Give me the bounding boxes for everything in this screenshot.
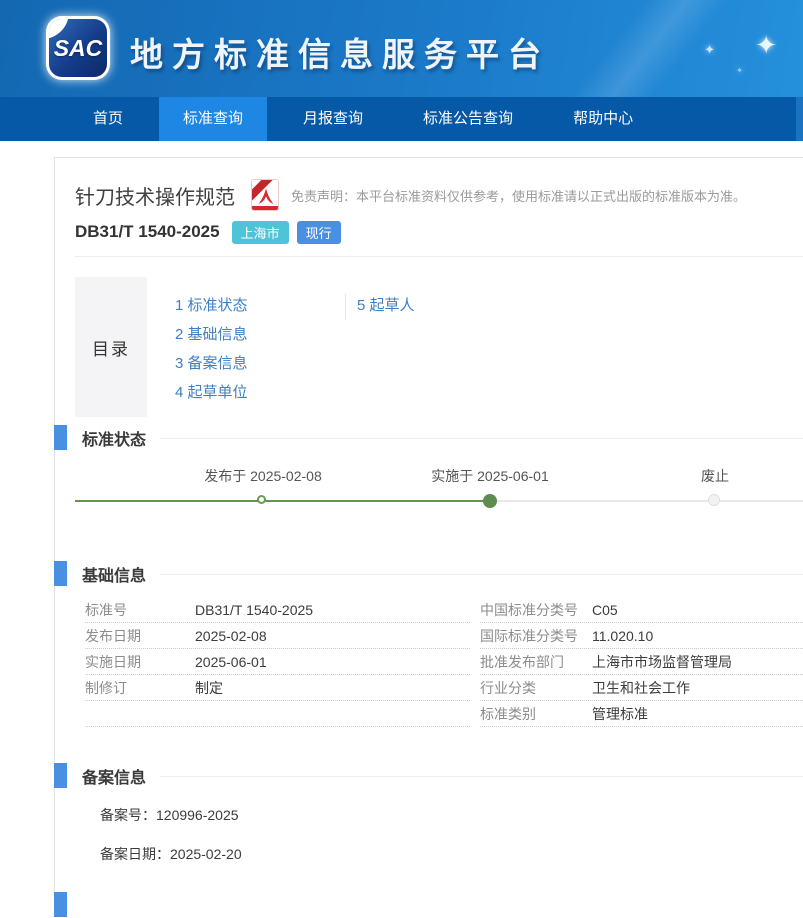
divider [75,256,803,257]
site-title: 地方标准信息服务平台 [130,28,550,76]
field-value: 11.020.10 [592,628,653,644]
sac-logo[interactable]: SAC [46,16,110,80]
timeline-node-abolished [708,494,720,506]
region-badge: 上海市 [232,221,289,244]
sparkle-icon: ✦ [736,66,743,75]
timeline-label-implemented: 实施于 2025-06-01 [390,466,590,486]
sparkle-icon: ✦ [704,42,715,58]
table-row: 国际标准分类号 11.020.10 [480,623,803,649]
filing-number-row: 备案号：120996-2025 [100,805,803,827]
field-value: DB31/T 1540-2025 [195,602,313,618]
field-value: 2025-02-08 [195,628,267,644]
nav-item-help-center[interactable]: 帮助中心 [549,97,657,141]
section-rule [160,776,803,777]
status-badge: 现行 [297,221,341,244]
status-section-title: 标准状态 [82,426,146,450]
table-row: 批准发布部门 上海市市场监督管理局 [480,649,803,675]
field-label: 标准类别 [480,704,592,724]
pdf-file-icon[interactable] [251,179,279,211]
section-marker [54,425,67,450]
section-rule [160,574,803,575]
table-row: 行业分类 卫生和社会工作 [480,675,803,701]
field-label: 国际标准分类号 [480,626,592,646]
toc-link-drafters[interactable]: 5 起草人 [357,291,415,320]
main-nav: 首页 标准查询 月报查询 标准公告查询 帮助中心 [0,97,803,141]
field-label: 备案日期： [100,846,170,862]
basic-info-section-title: 基础信息 [82,562,146,586]
timeline-node-implemented [483,494,497,508]
section-marker [54,763,67,788]
field-value: 2025-06-01 [195,654,267,670]
table-row [85,701,470,727]
field-value: 制定 [195,678,223,698]
field-value: 卫生和社会工作 [592,678,690,698]
nav-item-announcement-search[interactable]: 标准公告查询 [399,97,537,141]
field-value: 管理标准 [592,704,648,724]
field-label: 制修订 [85,678,195,698]
basic-info-section: 基础信息 标准号 DB31/T 1540-2025 发布日期 2025-02-0… [75,561,803,727]
toc-link-basic-info[interactable]: 2 基础信息 [175,320,345,349]
toc-title: 目录 [75,277,147,417]
nav-item-standard-search[interactable]: 标准查询 [159,97,267,141]
filing-info-section-title: 备案信息 [82,764,146,788]
toc-link-standard-status[interactable]: 1 标准状态 [175,291,345,320]
field-label: 发布日期 [85,626,195,646]
section-rule [160,438,803,439]
standard-status-section: 标准状态 发布于 2025-02-08 实施于 2025-06-01 废止 [75,425,803,561]
section-marker [54,892,67,917]
field-value: C05 [592,602,618,618]
table-row: 中国标准分类号 C05 [480,597,803,623]
status-timeline: 发布于 2025-02-08 实施于 2025-06-01 废止 [75,451,803,561]
timeline-label-abolished: 废止 [615,466,803,486]
toc-link-filing-info[interactable]: 3 备案信息 [175,349,345,378]
table-row: 标准号 DB31/T 1540-2025 [85,597,470,623]
field-value: 2025-02-20 [170,846,242,862]
toc-panel: 目录 1 标准状态 2 基础信息 3 备案信息 4 起草单位 5 起草人 [75,277,803,417]
filing-info-section: 备案信息 备案号：120996-2025 备案日期：2025-02-20 [75,763,803,866]
sac-logo-icon: SAC [49,19,107,77]
standard-number: DB31/T 1540-2025 [75,222,220,242]
nav-edge-strip [796,97,803,141]
field-label: 行业分类 [480,678,592,698]
site-header: ✦ ✦ ✦ SAC 地方标准信息服务平台 [0,0,803,97]
field-label: 实施日期 [85,652,195,672]
field-label: 中国标准分类号 [480,600,592,620]
field-label: 批准发布部门 [480,652,592,672]
timeline-remaining-line [490,500,803,502]
timeline-progress-line [75,500,490,502]
acrobat-swirl-icon [255,186,277,208]
field-label: 备案号： [100,807,156,823]
timeline-label-published: 发布于 2025-02-08 [163,466,363,486]
nav-item-home[interactable]: 首页 [69,97,147,141]
toc-link-drafting-org[interactable]: 4 起草单位 [175,378,345,407]
sac-logo-text: SAC [54,35,103,62]
standard-detail-card: 针刀技术操作规范 免责声明：本平台标准资料仅供参考，使用标准请以正式出版的标准版… [54,157,803,899]
basic-info-table: 标准号 DB31/T 1540-2025 发布日期 2025-02-08 实施日… [85,597,803,727]
table-row: 发布日期 2025-02-08 [85,623,470,649]
filing-date-row: 备案日期：2025-02-20 [100,844,803,866]
table-row: 制修订 制定 [85,675,470,701]
table-row: 标准类别 管理标准 [480,701,803,727]
sparkle-icon: ✦ [755,30,777,61]
disclaimer-text: 免责声明：本平台标准资料仅供参考，使用标准请以正式出版的标准版本为准。 [291,186,746,205]
table-row: 实施日期 2025-06-01 [85,649,470,675]
section-marker [54,561,67,586]
nav-item-monthly-report[interactable]: 月报查询 [279,97,387,141]
timeline-node-published [257,495,266,504]
field-value: 120996-2025 [156,807,239,823]
field-label: 标准号 [85,600,195,620]
next-section [75,892,803,918]
page-title: 针刀技术操作规范 [75,181,235,210]
field-value: 上海市市场监督管理局 [592,652,732,672]
